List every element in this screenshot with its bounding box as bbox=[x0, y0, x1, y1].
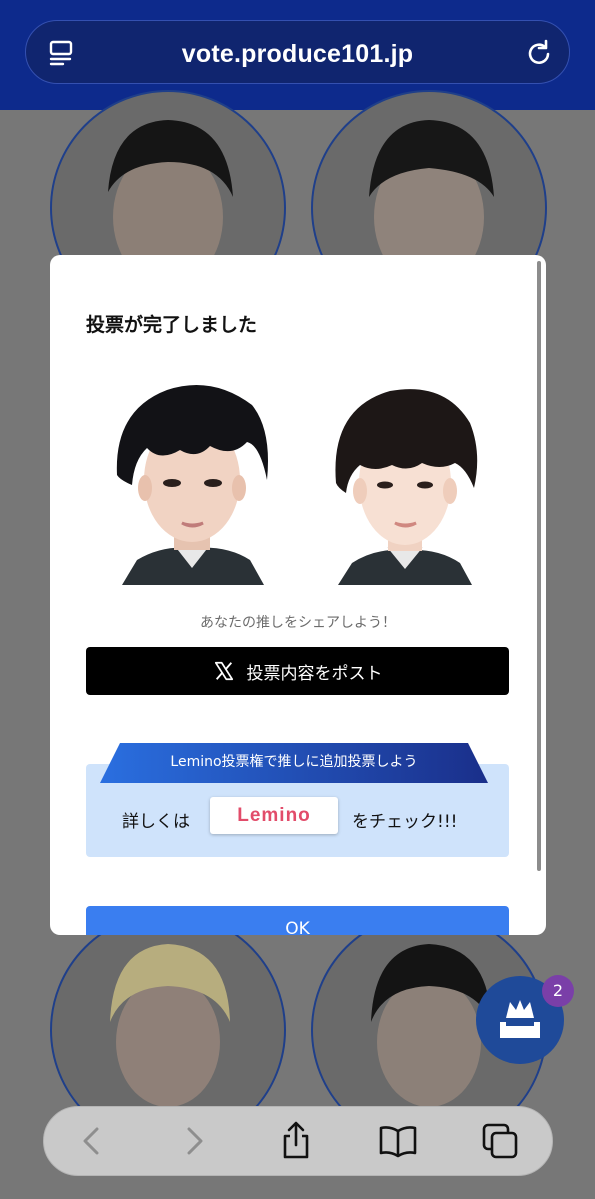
address-bar[interactable]: vote.produce101.jp bbox=[25, 20, 570, 84]
voted-trainee-photo bbox=[335, 389, 478, 585]
lemino-prefix-text: 詳しくは bbox=[122, 812, 190, 832]
voted-trainee-photo bbox=[116, 385, 268, 585]
lemino-banner-text: Lemino投票権で推しに追加投票しよう bbox=[170, 754, 418, 770]
share-prompt: あなたの推しをシェアしよう！ bbox=[200, 615, 396, 631]
post-button-label: 投票内容をポスト bbox=[246, 663, 383, 684]
vote-count-badge: 2 bbox=[542, 975, 574, 1007]
forward-icon[interactable] bbox=[174, 1121, 214, 1161]
modal-title: 投票が完了しました bbox=[86, 314, 258, 336]
lemino-logo-button[interactable]: Lemino bbox=[210, 797, 338, 834]
x-logo-icon bbox=[214, 661, 233, 681]
url-text: vote.produce101.jp bbox=[181, 40, 414, 68]
crown-ballot-icon bbox=[500, 1000, 540, 1038]
browser-toolbar bbox=[43, 1106, 553, 1176]
tabs-icon[interactable] bbox=[480, 1121, 520, 1161]
vote-complete-modal: 投票が完了しました あなたの推しをシェアしよう！ 投票内容をポスト Lemino… bbox=[50, 255, 546, 935]
post-to-x-button[interactable]: 投票内容をポスト bbox=[86, 647, 509, 695]
share-icon[interactable] bbox=[276, 1121, 316, 1161]
ok-button[interactable]: OK bbox=[86, 906, 509, 935]
browser-header: vote.produce101.jp bbox=[0, 0, 595, 110]
modal-scrollbar[interactable] bbox=[537, 261, 541, 871]
bookmarks-icon[interactable] bbox=[378, 1121, 418, 1161]
lemino-suffix-text: をチェック!!! bbox=[352, 812, 458, 832]
reload-icon[interactable] bbox=[523, 37, 555, 69]
back-icon[interactable] bbox=[72, 1121, 112, 1161]
